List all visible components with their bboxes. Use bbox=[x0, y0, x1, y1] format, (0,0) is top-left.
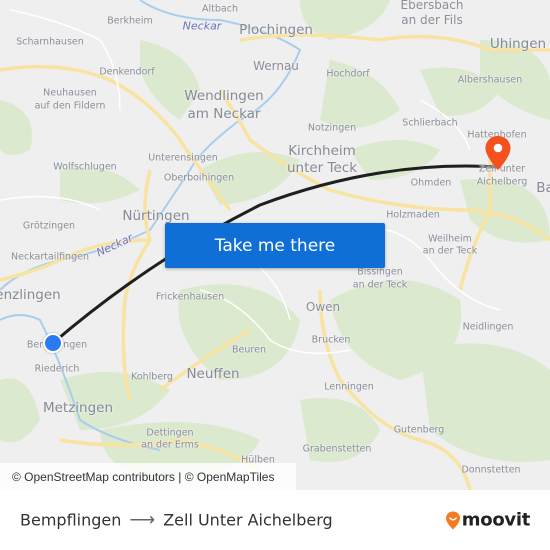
destination-name: Zell Unter Aichelberg bbox=[163, 510, 333, 530]
map-label-weilheim: Weilheim bbox=[428, 233, 472, 245]
map-label-neckar-river: Neckar bbox=[182, 19, 222, 33]
map-label-kohlberg: Kohlberg bbox=[131, 371, 173, 383]
map-label-frickenhausen: Frickenhausen bbox=[155, 291, 225, 303]
origin-name: Bempflingen bbox=[20, 510, 122, 530]
map-label-altbach: Altbach bbox=[202, 3, 238, 15]
origin-marker[interactable] bbox=[43, 333, 63, 353]
map-label-neuffen: Neuffen bbox=[186, 366, 240, 383]
map-label-weilheim-2: an der Teck bbox=[422, 245, 478, 257]
map-label-metzingen-top: enzlingen bbox=[0, 287, 61, 304]
moovit-pin-icon bbox=[445, 511, 460, 529]
map-label-beuren: Beuren bbox=[232, 344, 266, 356]
map[interactable]: Altbach Berkheim Neckar Plochingen Ebers… bbox=[0, 0, 550, 490]
map-label-grotzingen: Grötzingen bbox=[22, 220, 76, 232]
map-label-wendlingen: Wendlingen bbox=[184, 88, 264, 105]
map-label-unterensingen: Unterensingen bbox=[148, 152, 218, 164]
map-label-neuhausen: Neuhausen bbox=[43, 87, 97, 99]
map-label-uhingen: Uhingen bbox=[489, 36, 547, 53]
map-label-lenningen: Lenningen bbox=[324, 381, 374, 393]
map-label-wernau: Wernau bbox=[253, 59, 299, 74]
map-label-neckartailfingen: Neckartailfingen bbox=[11, 251, 89, 263]
take-me-there-button[interactable]: Take me there bbox=[165, 223, 385, 268]
map-label-gutenberg: Gutenberg bbox=[393, 424, 445, 436]
footer: Bempflingen ⟶ Zell Unter Aichelberg moov… bbox=[0, 490, 550, 550]
map-label-oberboihingen: Oberboihingen bbox=[163, 172, 235, 184]
map-label-owen: Owen bbox=[305, 300, 341, 315]
map-label-denkendorf: Denkendorf bbox=[99, 66, 155, 78]
route-summary: Bempflingen ⟶ Zell Unter Aichelberg bbox=[20, 510, 333, 531]
map-label-bissingen: Bissingen bbox=[357, 266, 403, 278]
moovit-logo[interactable]: moovit bbox=[445, 510, 530, 531]
destination-pin-icon[interactable] bbox=[484, 135, 512, 171]
map-label-grabenstetten: Grabenstetten bbox=[302, 443, 372, 455]
map-label-wendlingen-2: am Neckar bbox=[187, 106, 261, 123]
map-label-scharnhausen: Scharnhausen bbox=[16, 36, 84, 48]
map-label-schlierbach: Schlierbach bbox=[402, 117, 458, 129]
map-label-neuhausen-2: auf den Fildern bbox=[34, 100, 106, 112]
map-label-berkheim: Berkheim bbox=[107, 15, 153, 27]
map-label-wolfschlugen: Wolfschlugen bbox=[53, 161, 117, 173]
map-label-ebersbach-2: an der Fils bbox=[401, 13, 463, 28]
map-label-donnstetten: Donnstetten bbox=[461, 464, 521, 476]
map-label-hochdorf: Hochdorf bbox=[326, 68, 370, 80]
map-label-riederich: Riederich bbox=[34, 363, 80, 375]
arrow-right-icon: ⟶ bbox=[129, 509, 156, 531]
map-label-metzingen: Metzingen bbox=[42, 400, 114, 417]
map-label-ebersbach: Ebersbach bbox=[400, 0, 464, 13]
map-label-bissingen-2: an der Teck bbox=[352, 279, 408, 291]
map-label-neidlingen: Neidlingen bbox=[462, 321, 514, 333]
map-label-dettingen: Dettingen bbox=[146, 427, 194, 439]
map-label-plochingen: Plochingen bbox=[239, 22, 313, 39]
map-label-ohmden: Ohmden bbox=[410, 177, 452, 189]
map-label-albershausen: Albershausen bbox=[457, 74, 523, 86]
map-label-kirchheim-2: unter Teck bbox=[286, 160, 358, 177]
map-label-notzingen: Notzingen bbox=[307, 122, 357, 134]
map-label-dettingen-2: an der Erms bbox=[141, 439, 199, 451]
moovit-logo-text: moovit bbox=[461, 509, 531, 531]
map-label-ba: Ba bbox=[536, 180, 550, 197]
map-attribution[interactable]: © OpenStreetMap contributors | © OpenMap… bbox=[0, 463, 296, 490]
map-label-kirchheim: Kirchheim bbox=[288, 143, 356, 160]
map-label-holzmaden: Holzmaden bbox=[386, 209, 440, 221]
map-label-zell-2: Aichelberg bbox=[476, 176, 528, 188]
map-label-brucken: Brucken bbox=[311, 334, 351, 346]
